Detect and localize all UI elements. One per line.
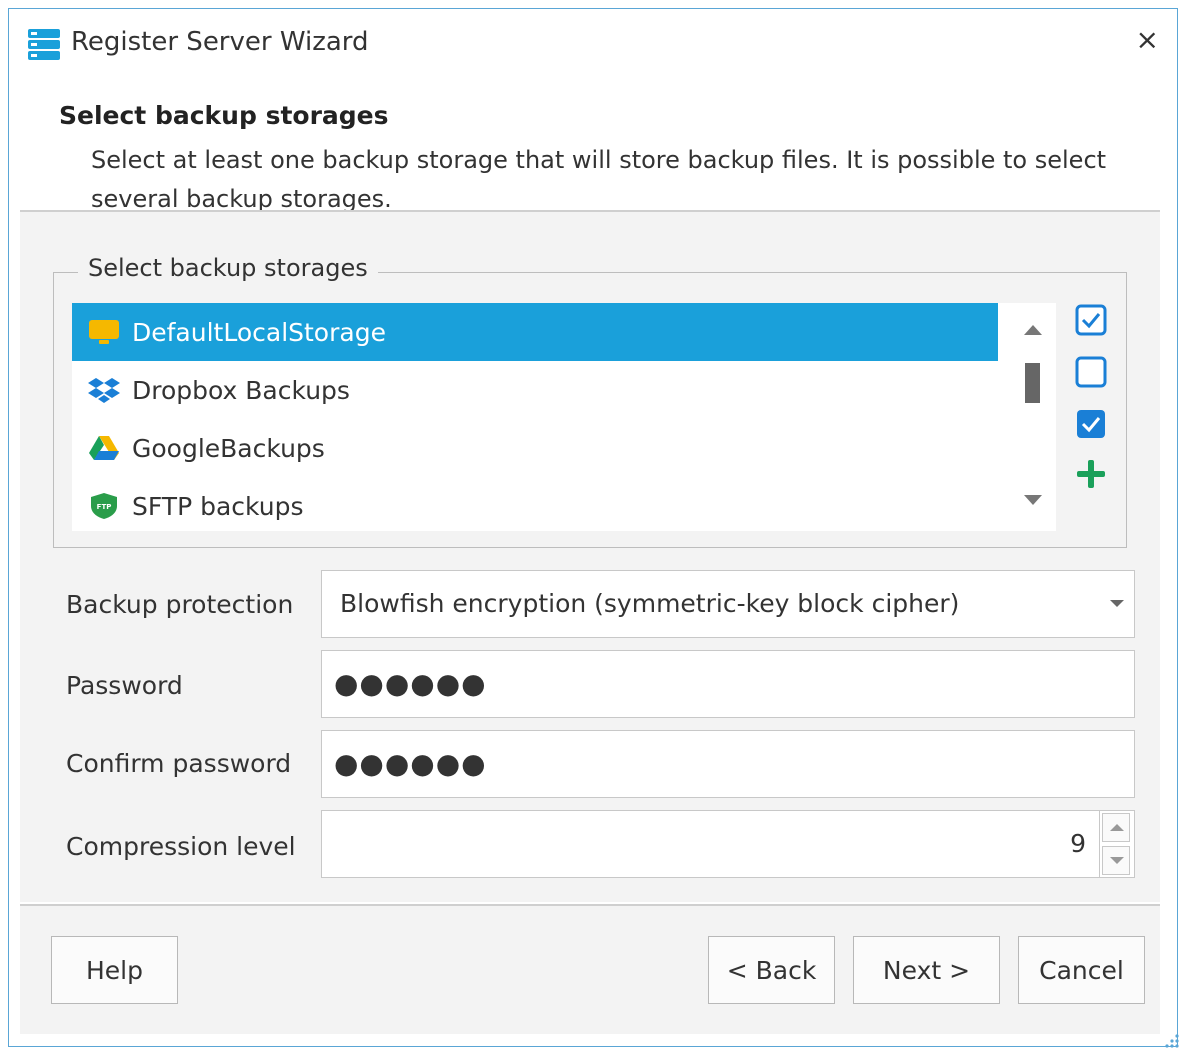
storage-groupbox: Select backup storages DefaultLocalStora… (53, 254, 1127, 548)
google-drive-icon (86, 433, 122, 463)
step-title: Select backup storages (59, 101, 389, 130)
compression-level-value: 9 (1070, 829, 1086, 858)
scroll-down-arrow-icon[interactable] (1024, 495, 1042, 505)
confirm-password-label: Confirm password (66, 749, 292, 778)
list-item-label: GoogleBackups (132, 433, 325, 463)
step-description: Select at least one backup storage that … (91, 146, 1107, 213)
storage-list[interactable]: DefaultLocalStorage Dropbox Backups Goog… (72, 303, 1056, 531)
back-button[interactable]: < Back (708, 936, 835, 1004)
confirm-password-value: ●●●●●● (334, 747, 487, 780)
list-item[interactable]: DefaultLocalStorage (72, 303, 998, 361)
wizard-body: Select backup storages DefaultLocalStora… (20, 212, 1160, 902)
spin-buttons (1099, 811, 1134, 877)
svg-text:FTP: FTP (97, 503, 112, 511)
window-title: Register Server Wizard (71, 27, 369, 57)
close-icon[interactable]: × (1136, 23, 1159, 56)
backup-protection-value: Blowfish encryption (symmetric-key block… (340, 589, 960, 618)
help-button[interactable]: Help (51, 936, 178, 1004)
list-item-label: DefaultLocalStorage (132, 317, 386, 347)
dropbox-icon (86, 375, 122, 405)
local-storage-icon (86, 317, 122, 347)
list-item-label: Dropbox Backups (132, 375, 350, 405)
title-bar: Register Server Wizard × (9, 9, 1177, 81)
list-item[interactable]: Dropbox Backups (72, 361, 998, 419)
sftp-shield-icon: FTP (86, 491, 122, 521)
cancel-button[interactable]: Cancel (1018, 936, 1145, 1004)
list-item-label: SFTP backups (132, 491, 304, 521)
storage-list-scrollbar[interactable] (1012, 303, 1052, 531)
storage-tools (1074, 303, 1114, 523)
step-header: Select backup storages Select at least o… (9, 81, 1177, 221)
resize-grip-icon[interactable] (1162, 1031, 1180, 1049)
scroll-thumb[interactable] (1025, 363, 1040, 403)
scroll-up-arrow-icon[interactable] (1024, 325, 1042, 335)
next-button[interactable]: Next > (853, 936, 1000, 1004)
storage-group-label: Select backup storages (78, 254, 378, 282)
uncheck-all-icon[interactable] (1074, 355, 1108, 389)
compression-level-spinner[interactable]: 9 (321, 810, 1135, 878)
check-all-icon[interactable] (1074, 303, 1108, 337)
checked-checkbox-icon[interactable] (1074, 407, 1108, 441)
password-label: Password (66, 671, 183, 700)
chevron-down-icon[interactable] (1110, 600, 1124, 607)
spin-up-icon[interactable] (1102, 813, 1130, 842)
server-stack-icon (27, 27, 61, 61)
backup-protection-label: Backup protection (66, 590, 294, 619)
password-field[interactable]: ●●●●●● (321, 650, 1135, 718)
compression-level-label: Compression level (66, 832, 296, 861)
wizard-footer: Help < Back Next > Cancel (20, 906, 1160, 1034)
list-item[interactable]: FTP SFTP backups (72, 477, 998, 531)
password-value: ●●●●●● (334, 667, 487, 700)
list-item[interactable]: GoogleBackups (72, 419, 998, 477)
add-storage-icon[interactable] (1074, 457, 1108, 491)
confirm-password-field[interactable]: ●●●●●● (321, 730, 1135, 798)
backup-protection-select[interactable]: Blowfish encryption (symmetric-key block… (321, 570, 1135, 638)
spin-down-icon[interactable] (1102, 846, 1130, 875)
